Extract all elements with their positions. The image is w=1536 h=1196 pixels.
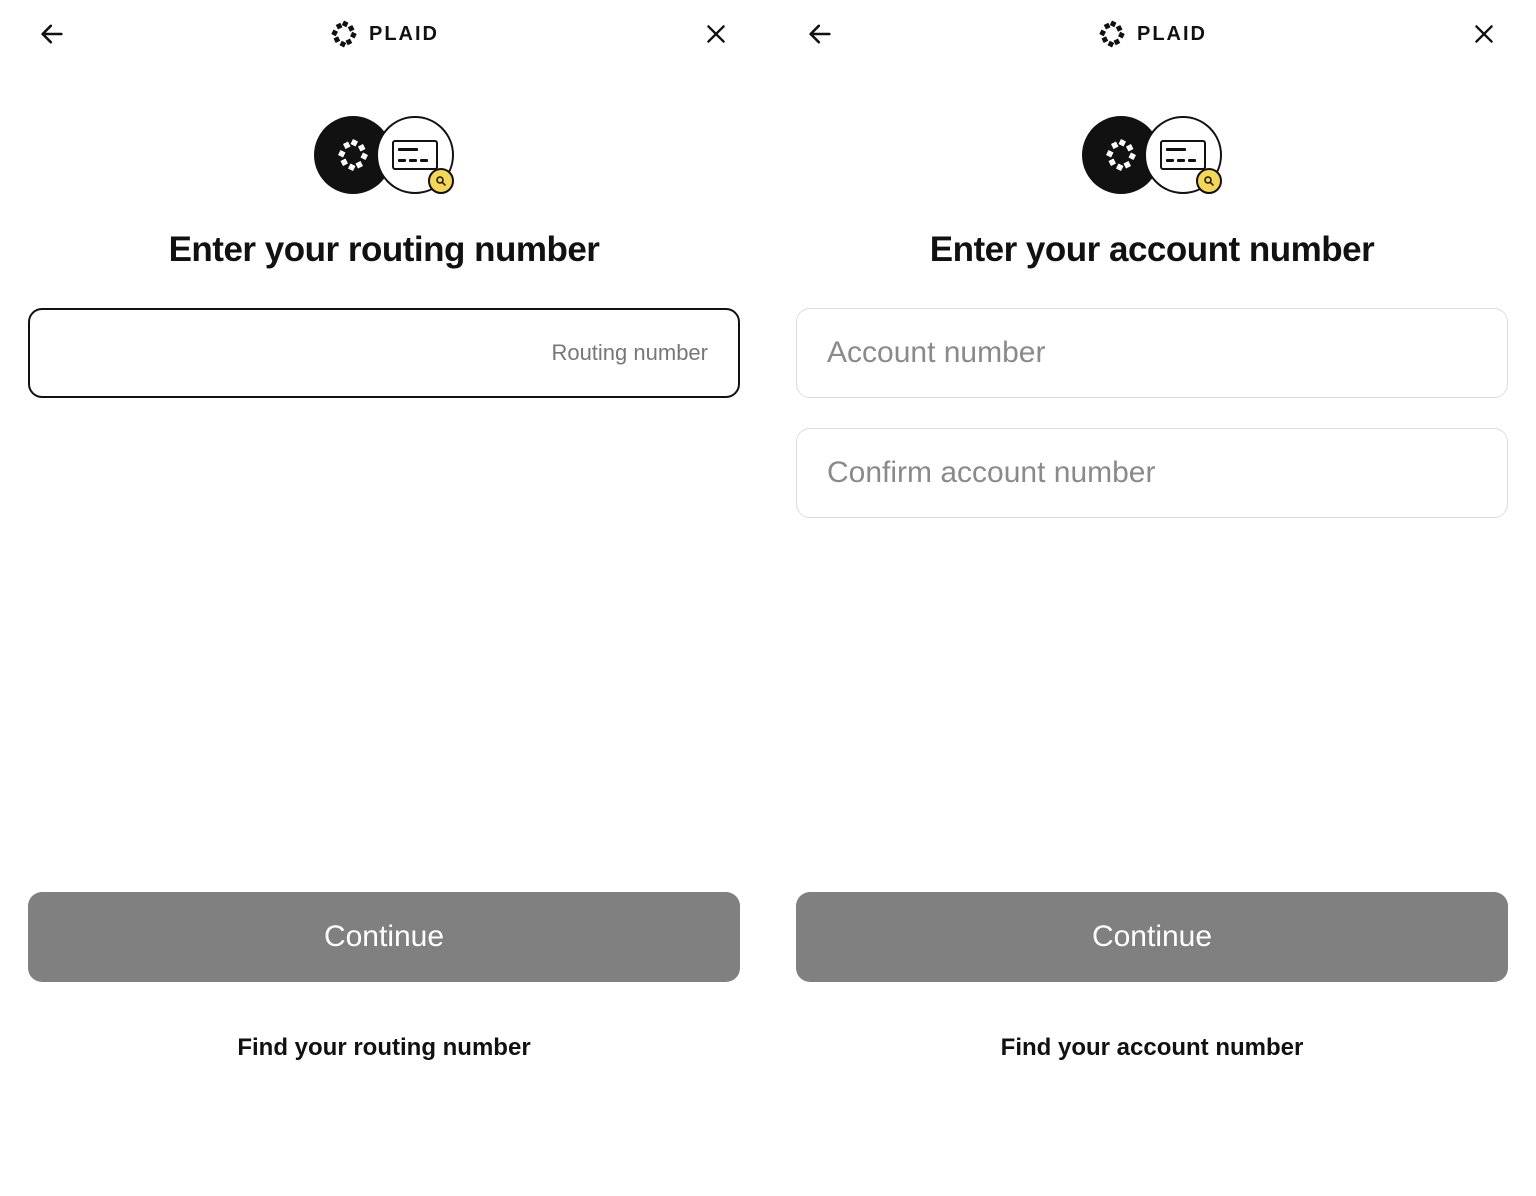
brand-text: PLAID [369,23,439,46]
back-button[interactable] [800,14,840,54]
check-circle-icon [376,116,454,194]
arrow-left-icon [38,20,66,48]
brand: PLAID [1097,19,1207,49]
find-account-link[interactable]: Find your account number [768,1034,1536,1062]
find-routing-link[interactable]: Find your routing number [0,1034,768,1062]
hero-graphic [28,116,740,196]
account-screen: PLAID Enter your account number [768,0,1536,1196]
arrow-left-icon [806,20,834,48]
page-title: Enter your routing number [28,230,740,270]
header: PLAID [796,0,1508,68]
brand-text: PLAID [1137,23,1207,46]
account-number-input[interactable] [796,308,1508,398]
close-icon [1471,21,1497,47]
confirm-account-number-input[interactable] [796,428,1508,518]
brand: PLAID [329,19,439,49]
routing-screen: PLAID Enter your routing number Conti [0,0,768,1196]
plaid-logo-icon [329,19,359,49]
search-badge-icon [428,168,454,194]
page-title: Enter your account number [796,230,1508,270]
close-button[interactable] [1464,14,1504,54]
check-circle-icon [1144,116,1222,194]
continue-button[interactable]: Continue [796,892,1508,982]
back-button[interactable] [32,14,72,54]
header: PLAID [28,0,740,68]
close-icon [703,21,729,47]
plaid-logo-icon [1097,19,1127,49]
routing-number-input[interactable] [28,308,740,398]
search-badge-icon [1196,168,1222,194]
close-button[interactable] [696,14,736,54]
continue-button[interactable]: Continue [28,892,740,982]
hero-graphic [796,116,1508,196]
